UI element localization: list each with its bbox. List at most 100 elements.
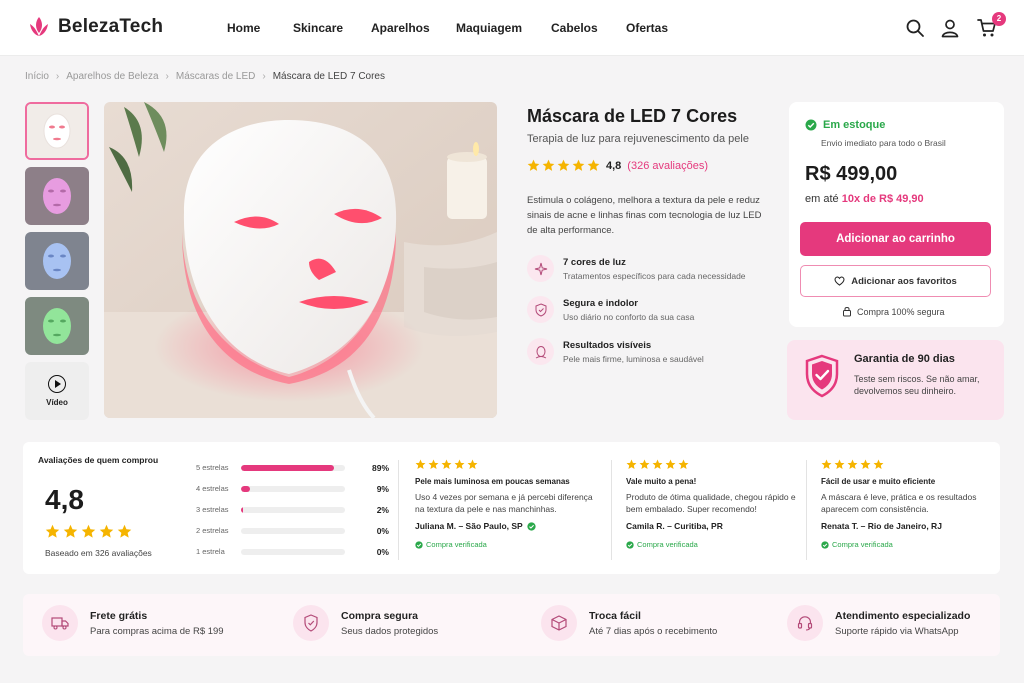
lock-icon	[843, 307, 851, 317]
breadcrumb: Início › Aparelhos de Beleza › Máscaras …	[25, 71, 385, 82]
cart-count-badge: 2	[992, 12, 1006, 26]
guarantee-card: Garantia de 90 dias Teste sem riscos. Se…	[787, 340, 1004, 420]
review-title: Fácil de usar e muito eficiente	[821, 477, 936, 486]
truck-icon	[42, 605, 78, 641]
breadcrumb-home[interactable]: Início	[25, 71, 49, 82]
rating-bar-fill	[241, 485, 251, 492]
stock-status: Em estoque	[805, 119, 885, 131]
rating-count-link[interactable]: (326 avaliações)	[627, 160, 708, 172]
star-icon	[860, 459, 871, 470]
reviews-panel: Avaliações de quem comprou 4,8 Baseado e…	[23, 442, 1000, 574]
search-icon[interactable]	[905, 18, 925, 38]
verified-label: Compra verificada	[637, 540, 698, 549]
review-author: Juliana M. – São Paulo, SP	[415, 521, 595, 531]
reviews-heading: Avaliações de quem comprou	[38, 455, 159, 465]
verified-purchase: Compra verificada	[626, 540, 806, 549]
brand-logo[interactable]: BelezaTech	[28, 15, 163, 39]
stock-label: Em estoque	[823, 119, 886, 131]
check-circle-icon	[415, 540, 423, 549]
star-icon	[587, 159, 600, 171]
box-icon	[541, 605, 577, 641]
video-label: Vídeo	[46, 398, 68, 407]
benefit-item: Frete grátis Para compras acima de R$ 19…	[42, 605, 224, 641]
thumbnail-pink-mask[interactable]	[25, 167, 89, 225]
benefit-subtitle: Suporte rápido via WhatsApp	[835, 625, 959, 637]
rating-bar-row: 1 estrela 0%	[196, 547, 389, 557]
thumbnail-video[interactable]: Vídeo	[25, 362, 89, 420]
check-circle-icon	[821, 540, 829, 549]
breadcrumb-category[interactable]: Aparelhos de Beleza	[66, 71, 158, 82]
add-to-cart-button[interactable]: Adicionar ao carrinho	[800, 222, 991, 256]
product-description: Estimula o colágeno, melhora a textura d…	[527, 195, 762, 236]
star-icon	[572, 159, 585, 171]
rating-bar-fill	[241, 506, 244, 513]
review-author-name: Juliana M. – São Paulo, SP	[415, 521, 523, 531]
thumbnail-white-mask[interactable]	[25, 102, 89, 160]
star-icon	[467, 459, 478, 470]
rating-value: 4,8	[606, 159, 622, 172]
product-main-image[interactable]	[104, 102, 497, 418]
review-text: Produto de ótima qualidade, chegou rápid…	[626, 492, 796, 514]
user-icon[interactable]	[940, 18, 960, 38]
review-text: Uso 4 vezes por semana e já percebi dife…	[415, 492, 593, 514]
benefit-item: Compra segura Seus dados protegidos	[293, 605, 438, 641]
star-icon	[652, 459, 663, 470]
shield-icon	[527, 296, 554, 323]
star-icon	[626, 459, 637, 470]
check-circle-icon	[805, 119, 817, 131]
play-icon	[48, 375, 66, 393]
star-icon	[454, 459, 465, 470]
nav-ofertas[interactable]: Ofertas	[626, 21, 668, 35]
benefit-item: Atendimento especializado Suporte rápido…	[787, 605, 970, 641]
benefit-title: Frete grátis	[90, 609, 148, 622]
feature-title: Resultados visíveis	[563, 339, 652, 351]
feature-item: Segura e indolor Uso diário no conforto …	[527, 296, 694, 323]
sparkle-icon	[527, 255, 554, 282]
product-rating: 4,8 (326 avaliações)	[527, 159, 708, 172]
star-icon	[441, 459, 452, 470]
verified-purchase: Compra verificada	[415, 540, 595, 549]
feature-subtitle: Pele mais firme, luminosa e saudável	[563, 353, 704, 364]
nav-cabelos[interactable]: Cabelos	[551, 21, 598, 35]
rating-bar-row: 5 estrelas 89%	[196, 463, 389, 473]
rating-bar-track	[241, 464, 345, 471]
star-icon	[428, 459, 439, 470]
installment-info: em até 10x de R$ 49,90	[805, 193, 924, 205]
rating-bar-track	[241, 548, 345, 555]
benefit-title: Compra segura	[341, 609, 419, 622]
thumbnail-blue-mask[interactable]	[25, 232, 89, 290]
face-icon	[527, 338, 554, 365]
add-to-favorites-button[interactable]: Adicionar aos favoritos	[800, 265, 991, 297]
check-circle-icon	[626, 540, 634, 549]
rating-bar-label: 4 estrelas	[196, 484, 229, 493]
thumbnail-green-mask[interactable]	[25, 297, 89, 355]
star-icon	[63, 524, 78, 538]
rating-bar-percent: 9%	[376, 483, 389, 494]
product-price: R$ 499,00	[805, 163, 898, 185]
check-circle-icon	[527, 521, 536, 531]
shield-check-icon	[805, 354, 839, 398]
breadcrumb-subcategory[interactable]: Máscaras de LED	[176, 71, 255, 82]
buy-box: Em estoque Envio imediato para todo o Br…	[789, 102, 1004, 327]
review-author-name: Renata T. – Rio de Janeiro, RJ	[821, 521, 942, 531]
shipping-info: Envio imediato para todo o Brasil	[821, 138, 946, 148]
site-header: BelezaTech Home Skincare Aparelhos Maqui…	[0, 0, 1024, 56]
benefits-bar: Frete grátis Para compras acima de R$ 19…	[23, 594, 1000, 656]
nav-aparelhos[interactable]: Aparelhos	[371, 21, 430, 35]
heart-icon	[834, 276, 845, 286]
star-icon	[873, 459, 884, 470]
divider	[611, 460, 612, 560]
rating-bar-label: 2 estrelas	[196, 526, 229, 535]
nav-skincare[interactable]: Skincare	[293, 21, 343, 35]
feature-title: Segura e indolor	[563, 297, 638, 309]
nav-maquiagem[interactable]: Maquiagem	[456, 21, 522, 35]
nav-home[interactable]: Home	[227, 21, 260, 35]
star-icon	[639, 459, 650, 470]
star-icon	[527, 159, 540, 171]
star-icon	[834, 459, 845, 470]
review-author: Renata T. – Rio de Janeiro, RJ	[821, 521, 1001, 531]
rating-bar-label: 5 estrelas	[196, 463, 229, 472]
star-icon	[542, 159, 555, 171]
chevron-right-icon: ›	[262, 71, 266, 82]
chevron-right-icon: ›	[55, 71, 60, 82]
